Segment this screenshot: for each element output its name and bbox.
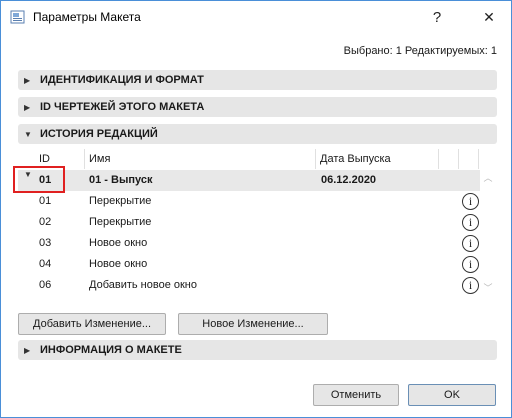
- scroll-down-icon[interactable]: ﹀: [481, 281, 495, 295]
- change-name: Новое окно: [89, 258, 148, 270]
- section-label: ID ЧЕРТЕЖЕЙ ЭТОГО МАКЕТА: [40, 101, 205, 113]
- change-name: Новое окно: [89, 237, 148, 249]
- selection-info: Выбрано: 1 Редактируемых: 1: [343, 45, 497, 57]
- section-label: ИНФОРМАЦИЯ О МАКЕТЕ: [40, 344, 182, 356]
- column-header-name[interactable]: Имя: [85, 149, 316, 169]
- info-icon[interactable]: i: [462, 235, 479, 252]
- issue-date: 06.12.2020: [321, 174, 377, 186]
- info-icon[interactable]: i: [462, 214, 479, 231]
- triangle-right-icon: ▶: [24, 102, 31, 112]
- window-title: Параметры Макета: [33, 10, 141, 24]
- section-revision-history[interactable]: ▼ ИСТОРИЯ РЕДАКЦИЙ: [18, 124, 497, 144]
- section-layout-info[interactable]: ▶ ИНФОРМАЦИЯ О МАКЕТЕ: [18, 340, 497, 360]
- new-change-button[interactable]: Новое Изменение...: [178, 313, 328, 335]
- layout-settings-dialog: Параметры Макета ? ✕ Выбрано: 1 Редактир…: [0, 0, 512, 418]
- section-label: ИДЕНТИФИКАЦИЯ И ФОРМАТ: [40, 74, 204, 86]
- change-id: 01: [39, 195, 52, 207]
- issue-name: 01 - Выпуск: [89, 174, 153, 186]
- change-id: 04: [39, 258, 52, 270]
- column-header-date[interactable]: Дата Выпуска: [316, 149, 439, 169]
- info-icon[interactable]: i: [462, 193, 479, 210]
- revision-table: ID Имя Дата Выпуска ▼ 01 01 - Выпуск 06.…: [18, 149, 497, 299]
- change-name: Перекрытие: [89, 216, 152, 228]
- app-icon: [10, 10, 25, 24]
- ok-button[interactable]: OK: [408, 384, 496, 406]
- column-header-blank: [439, 149, 459, 169]
- highlight-box: [13, 166, 65, 193]
- title-bar: Параметры Макета ? ✕: [1, 1, 511, 33]
- change-id: 02: [39, 216, 52, 228]
- change-id: 06: [39, 279, 52, 291]
- table-row[interactable]: 02 Перекрытие i: [18, 212, 480, 233]
- scroll-up-icon[interactable]: ︿: [481, 171, 495, 185]
- table-row[interactable]: 01 Перекрытие i: [18, 191, 480, 212]
- triangle-down-icon: ▼: [24, 129, 32, 139]
- info-icon[interactable]: i: [462, 256, 479, 273]
- help-button[interactable]: ?: [415, 1, 459, 33]
- section-drawing-ids[interactable]: ▶ ID ЧЕРТЕЖЕЙ ЭТОГО МАКЕТА: [18, 97, 497, 117]
- change-name: Добавить новое окно: [89, 279, 197, 291]
- issue-row[interactable]: ▼ 01 01 - Выпуск 06.12.2020: [18, 170, 480, 191]
- close-button[interactable]: ✕: [467, 1, 511, 33]
- add-change-button[interactable]: Добавить Изменение...: [18, 313, 166, 335]
- column-header-blank: [459, 149, 479, 169]
- table-scrollbar[interactable]: ︿ ﹀: [481, 169, 495, 295]
- change-name: Перекрытие: [89, 195, 152, 207]
- change-id: 03: [39, 237, 52, 249]
- table-row[interactable]: 06 Добавить новое окно i: [18, 275, 480, 296]
- cancel-button[interactable]: Отменить: [313, 384, 399, 406]
- info-icon[interactable]: i: [462, 277, 479, 294]
- section-identification[interactable]: ▶ ИДЕНТИФИКАЦИЯ И ФОРМАТ: [18, 70, 497, 90]
- triangle-right-icon: ▶: [24, 75, 31, 85]
- section-label: ИСТОРИЯ РЕДАКЦИЙ: [40, 128, 158, 140]
- triangle-right-icon: ▶: [24, 345, 31, 355]
- table-row[interactable]: 03 Новое окно i: [18, 233, 480, 254]
- table-row[interactable]: 04 Новое окно i: [18, 254, 480, 275]
